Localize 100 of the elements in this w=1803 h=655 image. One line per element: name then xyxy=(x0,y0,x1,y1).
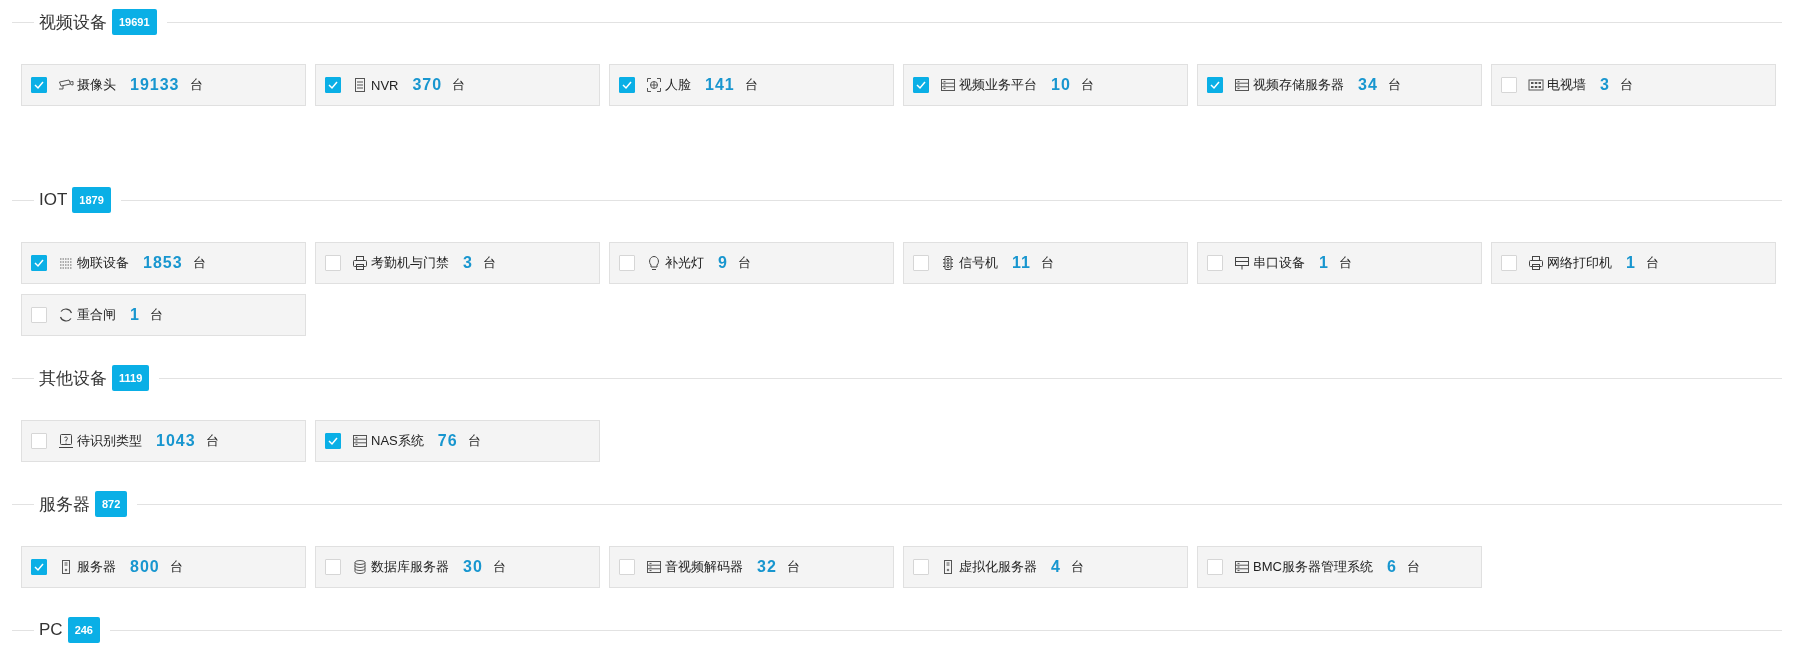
unknown-device-icon xyxy=(58,433,74,449)
device-card[interactable]: 补光灯 9 台 xyxy=(609,242,894,284)
server-rack-icon xyxy=(352,433,368,449)
device-count: 10 xyxy=(1051,76,1071,94)
section-title: 服务器 xyxy=(39,493,90,516)
device-count: 800 xyxy=(130,558,160,576)
device-icon xyxy=(58,255,74,271)
unit-label: 台 xyxy=(149,306,163,324)
device-count: 1 xyxy=(1319,254,1329,272)
unit-label: 台 xyxy=(1387,76,1401,94)
device-card[interactable]: 视频存储服务器 34 台 xyxy=(1197,64,1482,106)
lightbulb-icon xyxy=(646,255,662,271)
device-count: 30 xyxy=(463,558,483,576)
device-card[interactable]: 视频业务平台 10 台 xyxy=(903,64,1188,106)
section-title: IOT xyxy=(39,190,68,210)
device-count: 34 xyxy=(1358,76,1378,94)
unit-label: 台 xyxy=(1406,558,1420,576)
unit-label: 台 xyxy=(492,558,506,576)
device-card[interactable]: 重合闸 1 台 xyxy=(21,294,306,336)
device-name: 物联设备 xyxy=(77,254,129,272)
device-name: 视频业务平台 xyxy=(959,76,1037,94)
device-card[interactable]: 串口设备 1 台 xyxy=(1197,242,1482,284)
checkbox[interactable] xyxy=(325,77,341,93)
device-card[interactable]: NVR 370 台 xyxy=(315,64,600,106)
checkbox[interactable] xyxy=(913,559,929,575)
device-card[interactable]: 物联设备 1853 台 xyxy=(21,242,306,284)
checkbox[interactable] xyxy=(619,77,635,93)
device-card[interactable]: 信号机 11 台 xyxy=(903,242,1188,284)
checkbox[interactable] xyxy=(1501,255,1517,271)
device-name: 补光灯 xyxy=(665,254,704,272)
checkbox[interactable] xyxy=(619,559,635,575)
checkbox[interactable] xyxy=(325,255,341,271)
unit-label: 台 xyxy=(1040,254,1054,272)
count-badge: 1119 xyxy=(112,365,150,391)
refresh-icon xyxy=(58,307,74,323)
device-name: 数据库服务器 xyxy=(371,558,449,576)
checkbox[interactable] xyxy=(325,433,341,449)
device-name: 串口设备 xyxy=(1253,254,1305,272)
device-count: 11 xyxy=(1012,254,1031,272)
device-count: 3 xyxy=(463,254,473,272)
device-card[interactable]: NAS系统 76 台 xyxy=(315,420,600,462)
device-count: 1853 xyxy=(143,254,183,272)
device-card[interactable]: 人脸 141 台 xyxy=(609,64,894,106)
unit-label: 台 xyxy=(1338,254,1352,272)
section-title: PC xyxy=(39,620,63,640)
checkbox[interactable] xyxy=(325,559,341,575)
device-count: 370 xyxy=(412,76,443,94)
device-count: 3 xyxy=(1600,76,1610,94)
device-count: 19133 xyxy=(130,76,180,94)
device-count: 1043 xyxy=(156,432,196,450)
device-name: 网络打印机 xyxy=(1547,254,1612,272)
signal-icon xyxy=(940,255,956,271)
device-card[interactable]: 数据库服务器 30 台 xyxy=(315,546,600,588)
checkbox[interactable] xyxy=(31,307,47,323)
unit-label: 台 xyxy=(1619,76,1633,94)
device-count: 32 xyxy=(757,558,777,576)
device-name: 视频存储服务器 xyxy=(1253,76,1344,94)
unit-label: 台 xyxy=(192,254,206,272)
device-card[interactable]: 电视墙 3 台 xyxy=(1491,64,1776,106)
unit-label: 台 xyxy=(467,432,481,450)
device-card[interactable]: 摄像头 19133 台 xyxy=(21,64,306,106)
count-badge: 246 xyxy=(67,617,100,643)
checkbox[interactable] xyxy=(619,255,635,271)
unit-label: 台 xyxy=(169,558,183,576)
device-name: BMC服务器管理系统 xyxy=(1253,558,1373,576)
unit-label: 台 xyxy=(205,432,219,450)
checkbox[interactable] xyxy=(1501,77,1517,93)
recorder-icon xyxy=(352,77,368,93)
unit-label: 台 xyxy=(737,254,751,272)
device-name: 信号机 xyxy=(959,254,998,272)
device-card[interactable]: 音视频解码器 32 台 xyxy=(609,546,894,588)
unit-label: 台 xyxy=(1080,76,1094,94)
device-count: 1 xyxy=(130,306,140,324)
device-count: 4 xyxy=(1051,558,1061,576)
device-name: 重合闸 xyxy=(77,306,116,324)
checkbox[interactable] xyxy=(31,559,47,575)
checkbox[interactable] xyxy=(31,255,47,271)
checkbox[interactable] xyxy=(31,433,47,449)
checkbox[interactable] xyxy=(1207,77,1223,93)
device-card[interactable]: 虚拟化服务器 4 台 xyxy=(903,546,1188,588)
checkbox[interactable] xyxy=(913,77,929,93)
checkbox[interactable] xyxy=(31,77,47,93)
device-card[interactable]: 服务器 800 台 xyxy=(21,546,306,588)
database-icon xyxy=(352,559,368,575)
section-title: 其他设备 xyxy=(39,367,107,390)
device-name: NAS系统 xyxy=(371,432,424,450)
server-rack-icon xyxy=(646,559,662,575)
device-count: 141 xyxy=(705,76,735,94)
device-card[interactable]: 待识别类型 1043 台 xyxy=(21,420,306,462)
device-count: 1 xyxy=(1626,254,1636,272)
device-name: 服务器 xyxy=(77,558,116,576)
device-card[interactable]: 网络打印机 1 台 xyxy=(1491,242,1776,284)
device-card[interactable]: BMC服务器管理系统 6 台 xyxy=(1197,546,1482,588)
checkbox[interactable] xyxy=(913,255,929,271)
device-name: 电视墙 xyxy=(1547,76,1586,94)
checkbox[interactable] xyxy=(1207,255,1223,271)
count-badge: 1879 xyxy=(72,187,111,213)
section-title: 视频设备 xyxy=(39,11,107,34)
device-card[interactable]: 考勤机与门禁 3 台 xyxy=(315,242,600,284)
checkbox[interactable] xyxy=(1207,559,1223,575)
